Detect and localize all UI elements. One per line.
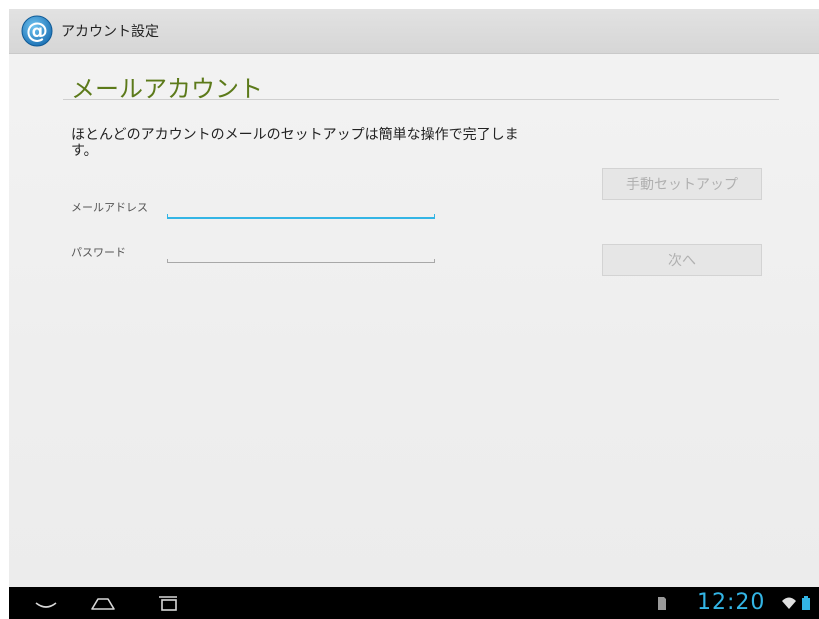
- setup-instructions: ほとんどのアカウントのメールのセットアップは簡単な操作で完了します。: [71, 127, 519, 159]
- clock: 12:20: [697, 590, 766, 615]
- password-field-underline: [167, 262, 435, 263]
- sd-card-icon: [657, 593, 667, 613]
- at-sign-icon[interactable]: @: [21, 15, 53, 47]
- password-label: パスワード: [71, 246, 126, 259]
- password-field-tick-right: [434, 259, 435, 263]
- email-field[interactable]: [169, 201, 431, 215]
- title-divider: [63, 99, 779, 100]
- password-field-wrapper: [167, 245, 435, 263]
- battery-icon: [801, 593, 811, 613]
- recent-apps-icon[interactable]: [155, 593, 181, 613]
- screen: @ アカウント設定 メールアカウント ほとんどのアカウントのメールのセットアップ…: [9, 9, 819, 619]
- wifi-icon: [781, 593, 797, 613]
- email-field-tick-right: [434, 214, 435, 219]
- action-bar: @ アカウント設定: [9, 9, 819, 54]
- password-field[interactable]: [169, 245, 431, 259]
- back-icon[interactable]: [33, 593, 59, 613]
- password-field-tick-left: [167, 259, 168, 263]
- svg-text:@: @: [26, 19, 48, 44]
- email-field-underline: [167, 217, 435, 219]
- system-bar: 12:20: [9, 587, 819, 619]
- email-field-tick-left: [167, 214, 168, 219]
- home-icon[interactable]: [89, 593, 117, 613]
- email-label: メールアドレス: [71, 201, 148, 214]
- app-title: アカウント設定: [61, 24, 159, 40]
- next-button[interactable]: 次へ: [602, 244, 762, 276]
- email-field-wrapper: [167, 201, 435, 219]
- manual-setup-button[interactable]: 手動セットアップ: [602, 168, 762, 200]
